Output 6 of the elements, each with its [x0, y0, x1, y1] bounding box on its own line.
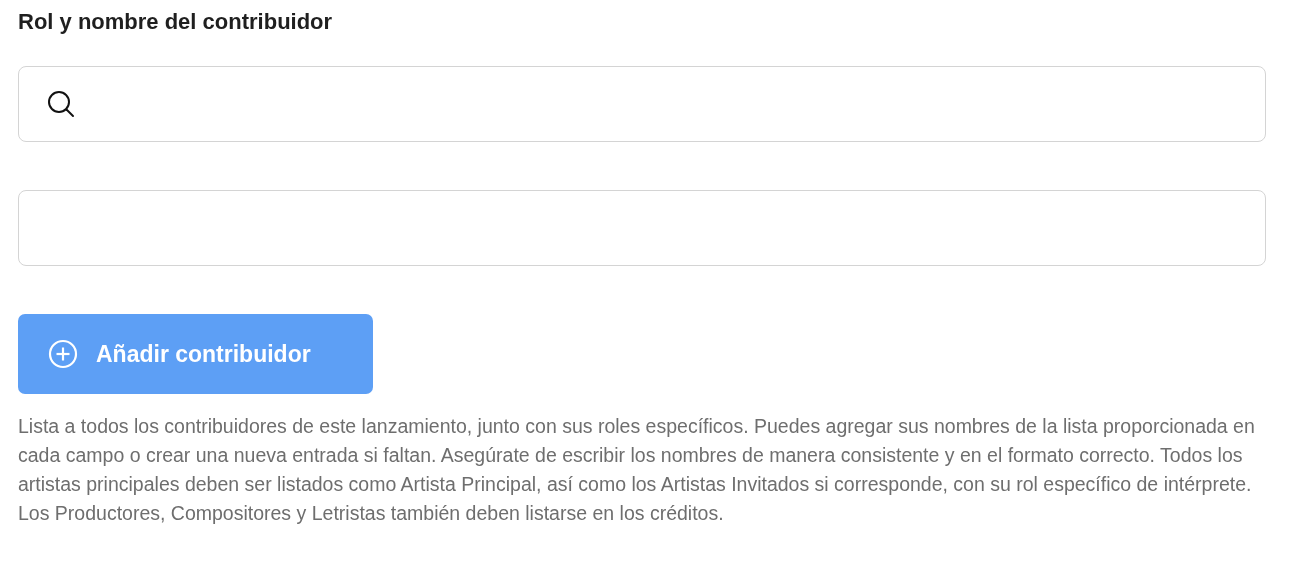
input-field[interactable]: [18, 190, 1266, 266]
search-field[interactable]: [18, 66, 1266, 142]
plus-circle-icon: [48, 339, 78, 369]
section-title: Rol y nombre del contribuidor: [18, 8, 334, 36]
help-text: Lista a todos los contribuidores de este lanzamiento, junto con sus roles específicos. Puedes agregar sus nombres de la lista proporcionada en cada campo o crear una nueva entrada si faltan. Asegúrate de escribir los nombres de manera consistente y en el formato correcto. Todos los artistas principales deben ser listados como Artista Principal, así como los Artistas Invitados si corresponde, con su rol específico de intérprete. Los Productores, Compositores y Letristas también deben listarse en los créditos.: [18, 414, 1256, 526]
search-icon: [47, 90, 75, 118]
